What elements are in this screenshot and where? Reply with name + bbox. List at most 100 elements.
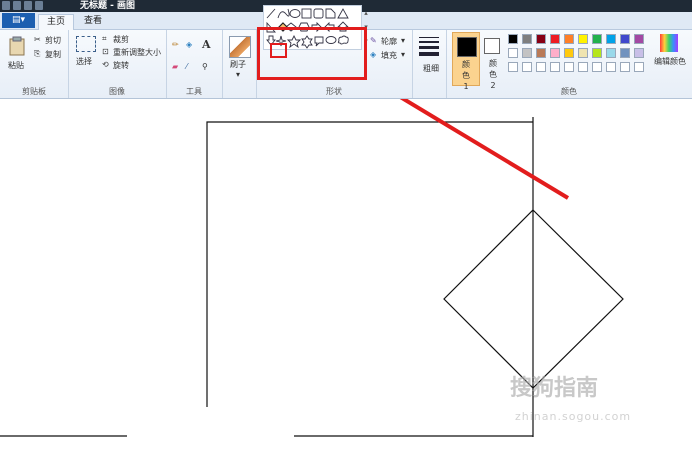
- tab-home[interactable]: 主页: [38, 14, 74, 30]
- palette-swatch[interactable]: [536, 34, 546, 44]
- shapes-group-label: 形状: [326, 87, 342, 96]
- palette-swatch[interactable]: [634, 34, 644, 44]
- palette-swatch[interactable]: [550, 62, 560, 72]
- tools-group-label: 工具: [186, 87, 202, 96]
- palette-swatch[interactable]: [634, 62, 644, 72]
- palette-swatch[interactable]: [620, 34, 630, 44]
- palette-swatch[interactable]: [578, 48, 588, 58]
- crop-button[interactable]: ⌗ 裁剪: [102, 34, 162, 45]
- color1-button[interactable]: 颜色 1: [452, 32, 480, 91]
- rotate-label: 旋转: [113, 61, 129, 70]
- outline-icon: ✎: [370, 36, 377, 45]
- palette-swatch[interactable]: [508, 48, 518, 58]
- clipboard-group: 粘贴 ✂ 剪切 ⎘ 复制 剪贴板: [0, 30, 69, 98]
- watermark-url: zhinan.sogou.com: [515, 410, 632, 423]
- palette-swatch[interactable]: [564, 48, 574, 58]
- cut-label: 剪切: [45, 36, 61, 45]
- paste-button[interactable]: 粘贴: [6, 34, 28, 72]
- pencil-icon[interactable]: ✏: [172, 40, 179, 49]
- edit-colors-label: 编辑颜色: [654, 57, 686, 66]
- eraser-icon[interactable]: ▰: [172, 62, 178, 71]
- redo-icon[interactable]: [35, 1, 43, 10]
- palette-swatch[interactable]: [606, 48, 616, 58]
- edit-colors-button[interactable]: 编辑颜色: [654, 34, 690, 74]
- outline-button[interactable]: ✎ 轮廓 ▾: [370, 36, 410, 47]
- crop-icon: ⌗: [102, 34, 107, 43]
- outline-label: 轮廓: [381, 37, 397, 46]
- brushes-group: 刷子 ▾: [222, 30, 257, 98]
- clipboard-icon: [9, 36, 25, 56]
- palette-swatch[interactable]: [536, 62, 546, 72]
- color-picker-icon[interactable]: ⁄: [186, 62, 187, 71]
- palette-swatch[interactable]: [606, 34, 616, 44]
- palette-swatch[interactable]: [592, 34, 602, 44]
- paste-label: 粘贴: [8, 61, 24, 70]
- copy-label: 复制: [45, 50, 61, 59]
- color2-button[interactable]: 颜色 2: [482, 34, 504, 90]
- outline-dropdown-icon: ▾: [401, 36, 406, 45]
- size-button[interactable]: 粗细: [418, 35, 442, 85]
- fill-button[interactable]: ◈ 填充 ▾: [370, 50, 410, 61]
- shapes-highlight-box: [257, 27, 367, 80]
- line-thickness-icon: [419, 37, 439, 56]
- crop-label: 裁剪: [113, 35, 129, 44]
- palette-swatch[interactable]: [564, 62, 574, 72]
- watermark-logo: 搜狗指南: [510, 370, 598, 402]
- palette-swatch[interactable]: [508, 34, 518, 44]
- palette-swatch[interactable]: [508, 62, 518, 72]
- window-title: 无标题 - 画图: [80, 1, 136, 11]
- palette-swatch[interactable]: [536, 48, 546, 58]
- image-group: 选择 ⌗ 裁剪 ⊡ 重新调整大小 ⟲ 旋转 图像: [68, 30, 167, 98]
- palette-swatch[interactable]: [522, 34, 532, 44]
- polygon-shape-icon: [325, 8, 336, 19]
- cut-button[interactable]: ✂ 剪切: [34, 35, 66, 46]
- tools-group: ✏ ◈ A ▰ ⁄ ⚲ 工具: [166, 30, 223, 98]
- resize-button[interactable]: ⊡ 重新调整大小: [102, 47, 164, 58]
- annotation-arrow: [374, 81, 570, 200]
- palette-swatch[interactable]: [550, 34, 560, 44]
- text-tool-icon[interactable]: A: [202, 38, 211, 51]
- watermark-text: 搜狗指南: [510, 376, 599, 401]
- edit-colors-icon: [660, 34, 678, 52]
- palette-swatch[interactable]: [550, 48, 560, 58]
- scissors-icon: ✂: [34, 35, 41, 44]
- palette-swatch[interactable]: [620, 48, 630, 58]
- color2-swatch: [484, 38, 500, 54]
- brushes-button[interactable]: 刷子 ▾: [228, 35, 251, 79]
- palette-swatch[interactable]: [634, 48, 644, 58]
- color1-swatch: [457, 37, 477, 57]
- magnifier-icon[interactable]: ⚲: [202, 62, 208, 71]
- copy-icon: ⎘: [34, 49, 41, 58]
- fill-bucket-icon[interactable]: ◈: [186, 40, 192, 49]
- quick-access-toolbar: [2, 1, 43, 10]
- palette-swatch[interactable]: [522, 62, 532, 72]
- fill-dropdown-icon: ▾: [401, 50, 406, 59]
- select-button[interactable]: 选择: [74, 34, 98, 76]
- undo-icon[interactable]: [24, 1, 32, 10]
- palette-swatch[interactable]: [578, 62, 588, 72]
- select-label: 选择: [76, 57, 92, 66]
- palette-swatch[interactable]: [522, 48, 532, 58]
- rectangle-shape-icon: [301, 8, 312, 19]
- colors-group-label: 颜色: [561, 87, 577, 96]
- color1-label: 颜色 1: [462, 60, 470, 91]
- line-shape-icon: [266, 8, 276, 19]
- rotate-button[interactable]: ⟲ 旋转: [102, 60, 142, 71]
- palette-swatch[interactable]: [606, 62, 616, 72]
- palette-swatch[interactable]: [592, 48, 602, 58]
- palette-swatch[interactable]: [564, 34, 574, 44]
- triangle-shape-icon: [337, 8, 349, 19]
- resize-label: 重新调整大小: [113, 48, 161, 57]
- brushes-dropdown-icon: ▾: [236, 70, 241, 79]
- color2-label: 颜色 2: [489, 59, 497, 90]
- brush-icon: [229, 36, 251, 58]
- file-menu-button[interactable]: ▤▾: [2, 13, 35, 28]
- resize-icon: ⊡: [102, 47, 109, 56]
- copy-button[interactable]: ⎘ 复制: [34, 49, 66, 60]
- palette-swatch[interactable]: [578, 34, 588, 44]
- save-icon[interactable]: [13, 1, 21, 10]
- curve-shape-icon: [277, 8, 290, 19]
- tab-view[interactable]: 查看: [78, 14, 108, 29]
- palette-swatch[interactable]: [592, 62, 602, 72]
- palette-swatch[interactable]: [620, 62, 630, 72]
